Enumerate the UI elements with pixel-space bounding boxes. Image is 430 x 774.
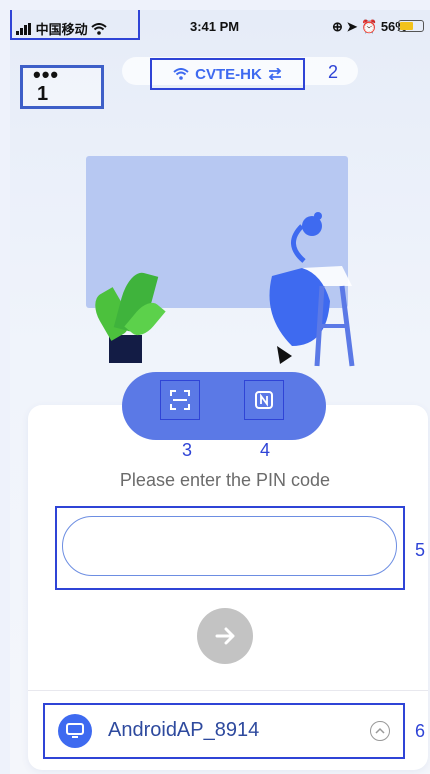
pin-input[interactable]	[62, 516, 397, 576]
person-illustration	[269, 212, 355, 367]
pin-prompt: Please enter the PIN code	[119, 470, 331, 490]
carrier-label: 中国移动	[35, 22, 88, 37]
wifi-switch[interactable]: CVTE-HK	[150, 58, 305, 90]
switch-arrows-icon	[268, 68, 282, 80]
battery-icon	[398, 20, 424, 32]
app-screen: 中国移动 3:41 PM ⊕ ➤ ⏰ 56% ••• 1 CVTE-HK 2 3…	[10, 10, 430, 774]
carrier-info: 中国移动	[16, 19, 107, 38]
clock: 3:41 PM	[190, 19, 240, 34]
action-bar	[122, 372, 326, 440]
marker-2: 2	[328, 62, 339, 82]
chevron-up-icon[interactable]	[370, 721, 390, 741]
nfc-button[interactable]	[244, 380, 284, 420]
marker-5: 5	[415, 540, 426, 560]
marker-6: 6	[415, 721, 426, 741]
device-selector[interactable]: AndroidAP_8914	[108, 719, 259, 742]
wifi-status-icon	[91, 23, 107, 35]
divider	[28, 690, 428, 691]
marker-4: 4	[260, 440, 271, 460]
wifi-icon	[173, 68, 189, 80]
nfc-icon	[255, 391, 273, 409]
more-button[interactable]: •••	[20, 62, 104, 109]
marker-1: 1	[37, 83, 49, 105]
scan-button[interactable]	[160, 380, 200, 420]
scan-icon	[170, 390, 190, 410]
status-bar: 中国移动 3:41 PM ⊕ ➤ ⏰ 56%	[10, 10, 430, 50]
connect-button[interactable]	[197, 608, 253, 664]
status-right: ⊕ ➤ ⏰ 56%	[332, 19, 407, 35]
marker-3: 3	[182, 440, 193, 460]
arrow-right-icon	[215, 627, 235, 645]
monitor-icon	[66, 723, 84, 738]
wifi-name: CVTE-HK	[195, 65, 262, 83]
location-lock-icon: ⊕ ➤ ⏰	[332, 19, 378, 34]
signal-icon	[16, 23, 31, 35]
device-icon-wrap	[58, 714, 92, 748]
